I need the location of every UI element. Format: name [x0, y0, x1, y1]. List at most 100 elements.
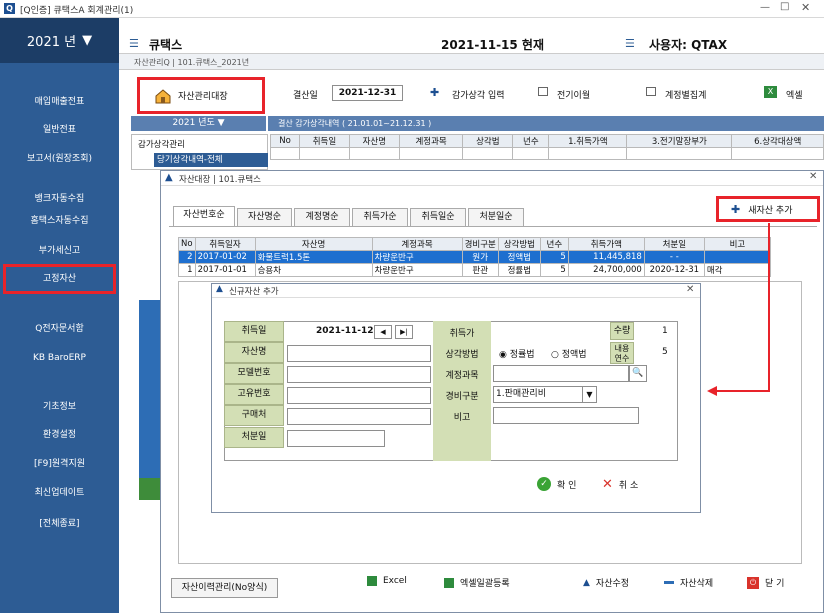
dialog-close-icon[interactable]: ✕ — [809, 171, 817, 182]
closing-date-input[interactable]: 2021-12-31 — [332, 85, 403, 101]
table-header: No 취득일자 자산명 계정과목 경비구분 상각방법 년수 취득가액 처분일 비… — [178, 237, 772, 251]
col-years: 년수 — [539, 237, 569, 251]
bg-grid: No 취득일 자산명 계정과목 상각법 년수 1.취득가액 3.전기말장부가 6.상각대상액 — [269, 134, 824, 160]
asset-history-button[interactable]: 자산이력관리(No양식) — [171, 578, 278, 598]
year-selector[interactable]: 2021 년 ▼ — [0, 18, 119, 63]
next-date-button[interactable]: ▶| — [395, 325, 413, 339]
tab-acq-price[interactable]: 취득가순 — [352, 208, 408, 226]
confirm-button[interactable]: ✓ 확 인 — [537, 477, 576, 491]
window-title: [Q인증] 큐택스A 회계관리(1) — [20, 6, 134, 16]
tree-item-current[interactable]: 당기상각내역-전체 — [154, 153, 268, 167]
user-label: 사용자: QTAX — [649, 38, 728, 52]
tab-asset-no[interactable]: 자산번호순 — [173, 206, 235, 226]
qty-value[interactable]: 1 — [662, 326, 668, 336]
new-dialog-titlebar: ▲ 신규자산 추가 ✕ — [212, 284, 700, 298]
sidebar-item-sales-purchase[interactable]: 매입매출전표 — [0, 95, 119, 109]
sidebar-item-fixed-asset[interactable]: 고정자산 — [0, 272, 119, 286]
sidebar-item-bank[interactable]: 뱅크자동수집 — [0, 192, 119, 206]
unique-no-input[interactable] — [287, 387, 431, 404]
minimize-icon[interactable]: — — [760, 2, 770, 13]
label-qty: 수량 — [610, 322, 634, 340]
user-list-icon: ☰ — [625, 37, 635, 50]
delete-label: 자산삭제 — [680, 579, 714, 589]
year-bar[interactable]: 2021 년도 ▼ — [131, 116, 266, 131]
cancel-button[interactable]: ✕ 취 소 — [602, 477, 638, 492]
label-disposal: 처분일 — [224, 427, 284, 448]
table-row[interactable]: 1 2017-01-01 승용차 차량운반구 판관 정률법 5 24,700,0… — [178, 263, 772, 277]
tree-root[interactable]: 감가상각관리 — [138, 138, 185, 150]
delete-asset-button[interactable]: 자산삭제 — [664, 576, 713, 589]
search-icon[interactable]: 🔍 — [629, 365, 647, 382]
method-radio-a[interactable]: ◉ 정률법 — [499, 347, 535, 360]
sidebar-item-basic-info[interactable]: 기초정보 — [0, 400, 119, 414]
excel-export-button[interactable]: Excel — [367, 576, 407, 586]
sidebar-item-vat[interactable]: 부가세신고 — [0, 244, 119, 258]
excel-upload-icon — [444, 577, 454, 588]
tab-acq-date[interactable]: 취득일순 — [410, 208, 466, 226]
new-dialog-close-icon[interactable]: ✕ — [686, 284, 694, 295]
sidebar-item-general-voucher[interactable]: 일반전표 — [0, 123, 119, 137]
sidebar-item-reports[interactable]: 보고서(원장조회) — [0, 152, 119, 166]
label-unique: 고유번호 — [224, 384, 284, 405]
cell: 24,700,000 — [567, 263, 645, 277]
company-name: 큐택스 — [149, 38, 183, 52]
app-logo-icon: Q — [4, 3, 15, 14]
sidebar-item-exit[interactable]: [전체종료] — [0, 517, 119, 531]
tab-asset-name[interactable]: 자산명순 — [237, 208, 292, 226]
sidebar-item-update[interactable]: 최신업데이트 — [0, 486, 119, 500]
method-a-label: 정률법 — [509, 350, 535, 360]
account-sum-button[interactable]: 계정별집계 — [665, 88, 706, 101]
depreciation-input-button[interactable]: 감가상각 입력 — [452, 88, 505, 101]
cell: 차량운반구 — [371, 263, 463, 277]
label-expense: 경비구분 — [445, 392, 479, 402]
disposal-input[interactable] — [287, 430, 385, 447]
dialog-title: 자산대장 | 101.큐택스 — [179, 175, 261, 185]
label-acq-price: 취득가 — [449, 329, 475, 339]
sidebar-item-remote[interactable]: [F9]원격지원 — [0, 457, 119, 471]
maximize-icon[interactable]: □ — [780, 1, 789, 12]
sidebar-item-kb-erp[interactable]: KB BaroERP — [0, 351, 119, 365]
new-dialog-title: 신규자산 추가 — [229, 287, 279, 297]
chevron-down-icon[interactable]: ▼ — [582, 386, 597, 403]
excel-button[interactable]: 엑셀 — [786, 88, 803, 101]
col-expense: 경비구분 — [461, 237, 499, 251]
memo-input[interactable] — [493, 407, 639, 424]
method-radio-b[interactable]: ○ 정액법 — [551, 347, 587, 360]
label-vendor: 구매처 — [224, 405, 284, 426]
cell: 2017-01-01 — [194, 263, 256, 277]
tab-account[interactable]: 계정명순 — [294, 208, 350, 226]
years-value[interactable]: 5 — [662, 347, 668, 357]
tab-disposal[interactable]: 처분일순 — [468, 208, 524, 226]
sidebar-item-settings[interactable]: 환경설정 — [0, 428, 119, 442]
bg-col: 상각법 — [462, 134, 514, 148]
vendor-input[interactable] — [287, 408, 431, 425]
model-input[interactable] — [287, 366, 431, 383]
prev-date-button[interactable]: ◀ — [374, 325, 392, 339]
add-asset-button[interactable]: ✚ 새자산 추가 — [716, 196, 820, 222]
year-label: 2021 년 — [26, 35, 77, 50]
table-row[interactable]: 2 2017-01-02 화물트럭1.5톤 차량운반구 원가 정액법 5 11,… — [178, 250, 772, 264]
asset-name-input[interactable] — [287, 345, 431, 362]
sidebar-item-edoc[interactable]: Q전자문서함 — [0, 322, 119, 336]
excel-label: Excel — [383, 576, 407, 586]
cell: 1 — [178, 263, 196, 277]
module-tab[interactable]: 자산관리Q | 101.큐택스_2021년 — [134, 57, 249, 68]
close-icon[interactable]: ✕ — [801, 1, 810, 14]
label-account: 계정과목 — [445, 371, 479, 381]
period-title: 결산 감가상각내역 ( 21.01.01~21.12.31 ) — [268, 116, 824, 131]
sidebar-item-hometax[interactable]: 홈택스자동수집 — [0, 214, 119, 228]
cell: 2020-12-31 — [643, 263, 705, 277]
asset-ledger-button[interactable]: 자산관리대장 — [137, 77, 265, 114]
cell: 2017-01-02 — [194, 250, 256, 264]
account-input[interactable] — [493, 365, 629, 382]
bg-green-button — [139, 478, 160, 500]
cell: 정률법 — [497, 263, 541, 277]
col-name: 자산명 — [254, 237, 373, 251]
close-dialog-button[interactable]: ⏻ 닫 기 — [747, 576, 784, 589]
excel-upload-button[interactable]: 엑셀일괄등록 — [444, 576, 510, 589]
acq-date-value[interactable]: 2021-11-12 — [316, 326, 374, 336]
transfer-button[interactable]: 전기이월 — [557, 88, 590, 101]
modify-asset-button[interactable]: ▲ 자산수정 — [583, 576, 629, 590]
cell: 판관 — [461, 263, 499, 277]
cancel-label: 취 소 — [618, 481, 639, 491]
